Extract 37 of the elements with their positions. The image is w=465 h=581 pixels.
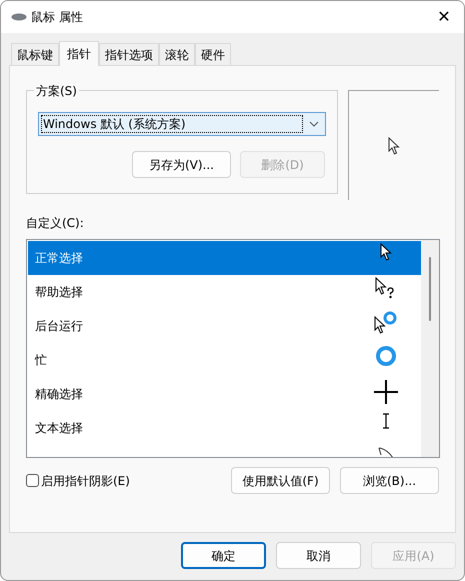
crosshair-icon: [373, 379, 399, 405]
shadow-checkbox[interactable]: 启用指针阴影(E): [26, 472, 130, 490]
pen-cursor-icon: [378, 447, 394, 457]
checkbox[interactable]: [26, 474, 39, 487]
cursor-name: 帮助选择: [35, 284, 83, 301]
scroll-thumb[interactable]: [429, 257, 431, 321]
tab[interactable]: 硬件: [195, 43, 231, 65]
cursor-name: 忙: [35, 352, 47, 369]
mouse-icon: [11, 13, 27, 21]
dialog-button[interactable]: 取消: [276, 542, 361, 569]
tab[interactable]: 鼠标键: [11, 43, 59, 65]
tab[interactable]: 指针: [59, 41, 99, 66]
arrow-cursor-icon: [388, 136, 400, 154]
working-cursor-icon: [374, 311, 398, 335]
dropdown-value: Windows 默认 (系统方案): [41, 115, 303, 133]
cursor-name: 正常选择: [35, 250, 83, 267]
window-title: 鼠标 属性: [31, 9, 83, 26]
cursor-name: 后台运行: [35, 318, 83, 335]
close-button[interactable]: ✕: [430, 5, 458, 29]
customize-label: 自定义(C):: [26, 215, 85, 232]
list-button[interactable]: 浏览(B)...: [340, 467, 439, 494]
cursor-name: 精确选择: [35, 386, 83, 403]
cursor-list-item[interactable]: 正常选择: [28, 241, 421, 275]
list-button[interactable]: 使用默认值(F): [231, 467, 330, 494]
scrollbar[interactable]: [421, 240, 439, 457]
busy-cursor-icon: [375, 345, 397, 367]
cursor-name: 文本选择: [35, 420, 83, 437]
tab[interactable]: 指针选项: [99, 43, 159, 65]
scheme-dropdown[interactable]: Windows 默认 (系统方案): [38, 112, 326, 136]
group-label: 方案(S): [34, 82, 79, 100]
tab[interactable]: 滚轮: [159, 43, 195, 65]
text-cursor-icon: [382, 413, 390, 429]
dialog-button[interactable]: 确定: [181, 542, 266, 569]
checkbox-label: 启用指针阴影(E): [41, 472, 130, 490]
scheme-button[interactable]: 另存为(V)...: [132, 151, 231, 178]
arrow-cursor-icon: [380, 243, 392, 261]
chevron-down-icon: [309, 121, 319, 127]
